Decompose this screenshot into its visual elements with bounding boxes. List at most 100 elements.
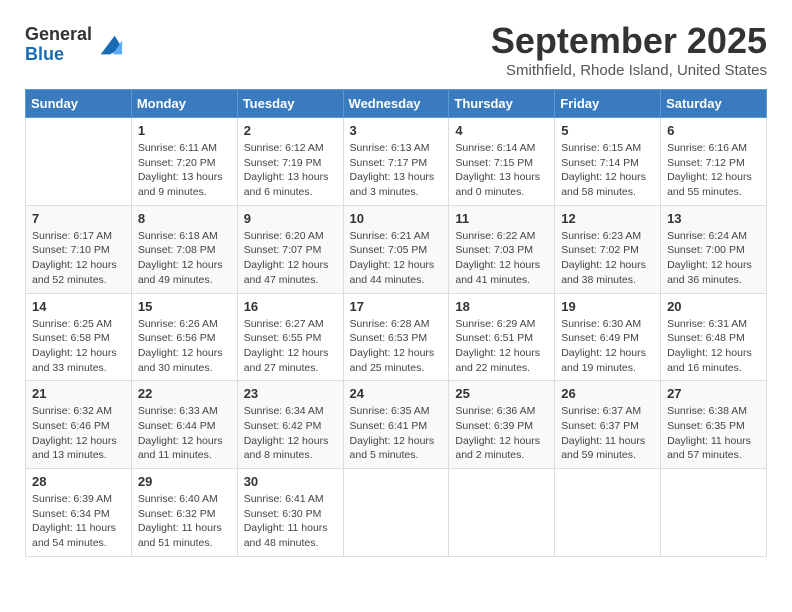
calendar-cell: 3 Sunrise: 6:13 AM Sunset: 7:17 PM Daylig… <box>343 118 449 206</box>
calendar-cell <box>343 469 449 557</box>
calendar-cell: 18 Sunrise: 6:29 AM Sunset: 6:51 PM Dayli… <box>449 293 555 381</box>
day-info: Sunrise: 6:11 AM Sunset: 7:20 PM Dayligh… <box>138 141 231 200</box>
calendar-cell: 1 Sunrise: 6:11 AM Sunset: 7:20 PM Daylig… <box>131 118 237 206</box>
calendar-cell: 16 Sunrise: 6:27 AM Sunset: 6:55 PM Dayli… <box>237 293 343 381</box>
day-info: Sunrise: 6:28 AM Sunset: 6:53 PM Dayligh… <box>350 317 443 376</box>
weekday-header-wednesday: Wednesday <box>343 90 449 118</box>
calendar-cell <box>661 469 767 557</box>
weekday-header-monday: Monday <box>131 90 237 118</box>
day-info: Sunrise: 6:35 AM Sunset: 6:41 PM Dayligh… <box>350 404 443 463</box>
day-number: 9 <box>244 211 337 226</box>
day-number: 5 <box>561 123 654 138</box>
day-number: 15 <box>138 299 231 314</box>
day-number: 10 <box>350 211 443 226</box>
calendar-cell: 4Sunrise: 6:14 AM Sunset: 7:15 PM Daylig… <box>449 118 555 206</box>
day-info: Sunrise: 6:22 AM Sunset: 7:03 PM Dayligh… <box>455 229 548 288</box>
calendar-week-2: 7 Sunrise: 6:17 AM Sunset: 7:10 PM Daylig… <box>26 205 767 293</box>
calendar-cell: 12 Sunrise: 6:23 AM Sunset: 7:02 PM Dayli… <box>555 205 661 293</box>
calendar-cell: 20Sunrise: 6:31 AM Sunset: 6:48 PM Dayli… <box>661 293 767 381</box>
day-number: 13 <box>667 211 760 226</box>
day-info: Sunrise: 6:29 AM Sunset: 6:51 PM Dayligh… <box>455 317 548 376</box>
calendar-cell <box>449 469 555 557</box>
calendar-week-3: 14 Sunrise: 6:25 AM Sunset: 6:58 PM Dayli… <box>26 293 767 381</box>
calendar-cell: 29 Sunrise: 6:40 AM Sunset: 6:32 PM Dayli… <box>131 469 237 557</box>
day-number: 18 <box>455 299 548 314</box>
logo-blue-text: Blue <box>25 45 92 65</box>
calendar-cell: 26 Sunrise: 6:37 AM Sunset: 6:37 PM Dayli… <box>555 381 661 469</box>
day-number: 27 <box>667 386 760 401</box>
location-text: Smithfield, Rhode Island, United States <box>491 62 767 79</box>
day-info: Sunrise: 6:21 AM Sunset: 7:05 PM Dayligh… <box>350 229 443 288</box>
calendar-cell <box>26 118 132 206</box>
logo-icon <box>96 31 124 59</box>
calendar-cell: 8Sunrise: 6:18 AM Sunset: 7:08 PM Daylig… <box>131 205 237 293</box>
weekday-header-thursday: Thursday <box>449 90 555 118</box>
calendar-cell: 15 Sunrise: 6:26 AM Sunset: 6:56 PM Dayli… <box>131 293 237 381</box>
calendar-week-5: 28 Sunrise: 6:39 AM Sunset: 6:34 PM Dayli… <box>26 469 767 557</box>
day-info: Sunrise: 6:40 AM Sunset: 6:32 PM Dayligh… <box>138 492 231 551</box>
day-number: 12 <box>561 211 654 226</box>
day-number: 4 <box>455 123 548 138</box>
calendar-cell: 25Sunrise: 6:36 AM Sunset: 6:39 PM Dayli… <box>449 381 555 469</box>
calendar-cell: 6Sunrise: 6:16 AM Sunset: 7:12 PM Daylig… <box>661 118 767 206</box>
day-number: 3 <box>350 123 443 138</box>
day-info: Sunrise: 6:16 AM Sunset: 7:12 PM Dayligh… <box>667 141 760 200</box>
calendar-cell: 19Sunrise: 6:30 AM Sunset: 6:49 PM Dayli… <box>555 293 661 381</box>
day-info: Sunrise: 6:25 AM Sunset: 6:58 PM Dayligh… <box>32 317 125 376</box>
calendar-cell: 11 Sunrise: 6:22 AM Sunset: 7:03 PM Dayli… <box>449 205 555 293</box>
calendar-cell: 22 Sunrise: 6:33 AM Sunset: 6:44 PM Dayli… <box>131 381 237 469</box>
day-info: Sunrise: 6:31 AM Sunset: 6:48 PM Dayligh… <box>667 317 760 376</box>
day-info: Sunrise: 6:17 AM Sunset: 7:10 PM Dayligh… <box>32 229 125 288</box>
day-number: 22 <box>138 386 231 401</box>
page-header: General Blue September 2025 Smithfield, … <box>25 20 767 79</box>
day-number: 1 <box>138 123 231 138</box>
day-number: 26 <box>561 386 654 401</box>
day-number: 11 <box>455 211 548 226</box>
weekday-header-row: SundayMondayTuesdayWednesdayThursdayFrid… <box>26 90 767 118</box>
day-number: 7 <box>32 211 125 226</box>
calendar-cell: 13 Sunrise: 6:24 AM Sunset: 7:00 PM Dayli… <box>661 205 767 293</box>
day-number: 17 <box>350 299 443 314</box>
day-number: 29 <box>138 474 231 489</box>
calendar-cell: 5 Sunrise: 6:15 AM Sunset: 7:14 PM Daylig… <box>555 118 661 206</box>
logo-general-text: General <box>25 25 92 45</box>
day-info: Sunrise: 6:41 AM Sunset: 6:30 PM Dayligh… <box>244 492 337 551</box>
day-info: Sunrise: 6:33 AM Sunset: 6:44 PM Dayligh… <box>138 404 231 463</box>
calendar-cell: 23 Sunrise: 6:34 AM Sunset: 6:42 PM Dayli… <box>237 381 343 469</box>
calendar-cell: 30 Sunrise: 6:41 AM Sunset: 6:30 PM Dayli… <box>237 469 343 557</box>
day-number: 14 <box>32 299 125 314</box>
day-info: Sunrise: 6:39 AM Sunset: 6:34 PM Dayligh… <box>32 492 125 551</box>
day-info: Sunrise: 6:26 AM Sunset: 6:56 PM Dayligh… <box>138 317 231 376</box>
day-number: 2 <box>244 123 337 138</box>
day-info: Sunrise: 6:13 AM Sunset: 7:17 PM Dayligh… <box>350 141 443 200</box>
day-number: 21 <box>32 386 125 401</box>
calendar-cell <box>555 469 661 557</box>
weekday-header-sunday: Sunday <box>26 90 132 118</box>
day-number: 16 <box>244 299 337 314</box>
day-info: Sunrise: 6:32 AM Sunset: 6:46 PM Dayligh… <box>32 404 125 463</box>
calendar-cell: 14 Sunrise: 6:25 AM Sunset: 6:58 PM Dayli… <box>26 293 132 381</box>
day-info: Sunrise: 6:37 AM Sunset: 6:37 PM Dayligh… <box>561 404 654 463</box>
weekday-header-saturday: Saturday <box>661 90 767 118</box>
day-info: Sunrise: 6:12 AM Sunset: 7:19 PM Dayligh… <box>244 141 337 200</box>
weekday-header-tuesday: Tuesday <box>237 90 343 118</box>
day-number: 28 <box>32 474 125 489</box>
calendar-week-1: 1 Sunrise: 6:11 AM Sunset: 7:20 PM Daylig… <box>26 118 767 206</box>
day-info: Sunrise: 6:24 AM Sunset: 7:00 PM Dayligh… <box>667 229 760 288</box>
day-number: 23 <box>244 386 337 401</box>
day-number: 30 <box>244 474 337 489</box>
day-info: Sunrise: 6:38 AM Sunset: 6:35 PM Dayligh… <box>667 404 760 463</box>
day-number: 8 <box>138 211 231 226</box>
day-info: Sunrise: 6:30 AM Sunset: 6:49 PM Dayligh… <box>561 317 654 376</box>
day-info: Sunrise: 6:27 AM Sunset: 6:55 PM Dayligh… <box>244 317 337 376</box>
day-info: Sunrise: 6:23 AM Sunset: 7:02 PM Dayligh… <box>561 229 654 288</box>
calendar-week-4: 21 Sunrise: 6:32 AM Sunset: 6:46 PM Dayli… <box>26 381 767 469</box>
day-info: Sunrise: 6:34 AM Sunset: 6:42 PM Dayligh… <box>244 404 337 463</box>
calendar-cell: 10 Sunrise: 6:21 AM Sunset: 7:05 PM Dayli… <box>343 205 449 293</box>
day-info: Sunrise: 6:15 AM Sunset: 7:14 PM Dayligh… <box>561 141 654 200</box>
calendar-cell: 7 Sunrise: 6:17 AM Sunset: 7:10 PM Daylig… <box>26 205 132 293</box>
title-section: September 2025 Smithfield, Rhode Island,… <box>491 20 767 79</box>
calendar-cell: 24Sunrise: 6:35 AM Sunset: 6:41 PM Dayli… <box>343 381 449 469</box>
day-info: Sunrise: 6:20 AM Sunset: 7:07 PM Dayligh… <box>244 229 337 288</box>
calendar-cell: 17 Sunrise: 6:28 AM Sunset: 6:53 PM Dayli… <box>343 293 449 381</box>
